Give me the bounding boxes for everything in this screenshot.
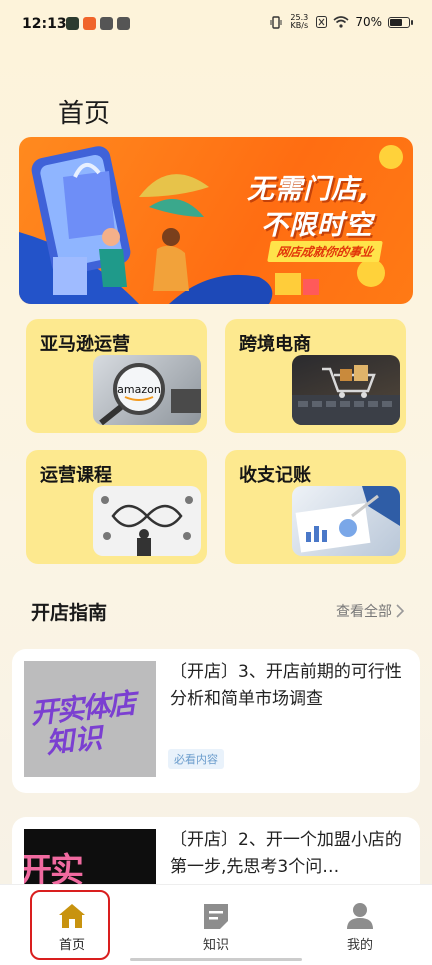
category-label: 亚马逊运营 <box>40 334 130 355</box>
must-read-badge: 必看内容 <box>168 749 224 769</box>
tab-profile[interactable]: 我的 <box>288 885 432 965</box>
category-label: 收支记账 <box>239 465 311 486</box>
page-title: 首页 <box>58 99 111 130</box>
cart-illustration <box>292 365 400 425</box>
guide-item-title: 〔开店〕2、开一个加盟小店的第一步,先思考3个问… <box>170 830 402 877</box>
banner-headline-1: 无需门店, <box>247 174 371 205</box>
thumbnail-text-line2: 知识 <box>44 721 104 760</box>
banner-headline-2: 不限时空 <box>261 210 373 241</box>
wifi-icon <box>333 16 349 28</box>
app-notification-icon <box>83 17 96 30</box>
cart-keyboard-image <box>292 355 400 425</box>
category-card-bookkeeping[interactable]: 收支记账 <box>225 450 406 564</box>
status-right: 25.3 KB/s 70% <box>270 13 413 30</box>
infinity-diagram-illustration <box>101 496 193 556</box>
view-all-link[interactable]: 查看全部 <box>336 601 404 621</box>
status-bar: 12:13 25.3 KB/s 70% <box>0 0 432 50</box>
magnifier-illustration: amazon <box>99 363 201 425</box>
category-card-cross-border[interactable]: 跨境电商 <box>225 319 406 433</box>
app-notification-icon <box>66 17 79 30</box>
finance-chart-image <box>292 486 400 556</box>
banner-tagline: 网店成就你的事业 <box>267 241 383 262</box>
category-label: 运营课程 <box>40 465 112 486</box>
document-icon <box>204 904 228 929</box>
mail-notification-icon <box>117 17 130 30</box>
amazon-logo-text: amazon <box>117 383 161 396</box>
vibrate-icon <box>270 15 282 29</box>
promo-banner[interactable]: 无需门店, 不限时空 网店成就你的事业 <box>19 137 413 304</box>
net-speed: 25.3 KB/s <box>290 13 309 30</box>
chart-paper-illustration <box>295 486 400 553</box>
category-label: 跨境电商 <box>239 334 311 355</box>
category-card-operation-course[interactable]: 运营课程 <box>26 450 207 564</box>
notification-icons <box>66 17 130 30</box>
sync-notification-icon <box>100 17 113 30</box>
chevron-right-icon <box>396 604 404 618</box>
view-all-label: 查看全部 <box>336 604 392 620</box>
guide-item-title: 〔开店〕3、开店前期的可行性分析和简单市场调查 <box>170 662 402 709</box>
tab-label: 知识 <box>202 938 229 953</box>
amazon-magnifier-image: amazon <box>93 355 201 425</box>
person-icon <box>347 903 373 929</box>
home-indicator[interactable] <box>130 958 302 961</box>
guide-list-item[interactable]: 开实体店 知识 〔开店〕3、开店前期的可行性分析和简单市场调查 必看内容 <box>12 649 420 793</box>
battery-level-fill <box>390 18 402 26</box>
tab-knowledge[interactable]: 知识 <box>144 885 288 965</box>
guide-thumbnail: 开实体店 知识 <box>24 661 156 777</box>
battery-icon <box>388 16 413 28</box>
sim-off-icon <box>316 16 328 28</box>
category-card-amazon[interactable]: 亚马逊运营 amazon <box>26 319 207 433</box>
status-time: 12:13 <box>22 16 67 32</box>
tab-label: 我的 <box>346 938 373 953</box>
section-title-guide: 开店指南 <box>31 602 108 624</box>
battery-percent: 70% <box>355 15 382 29</box>
highlight-annotation-box <box>30 890 110 960</box>
course-diagram-image <box>93 486 201 556</box>
